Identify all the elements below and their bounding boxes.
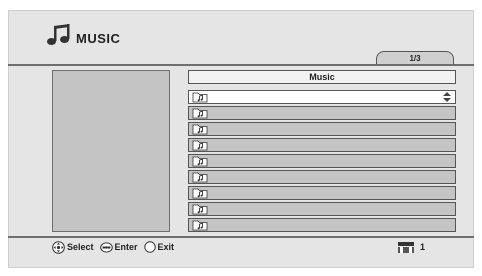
- music-file-icon: [192, 156, 208, 167]
- list-row[interactable]: [188, 90, 456, 104]
- music-file-icon: [192, 108, 208, 119]
- music-file-icon: [192, 140, 208, 151]
- music-file-icon: [192, 172, 208, 183]
- page-indicator: 1/3: [376, 51, 454, 65]
- exit-button-icon: [143, 241, 158, 253]
- disc-tray-icon: [398, 241, 414, 253]
- music-file-icon: [192, 204, 208, 215]
- list-row[interactable]: [188, 170, 456, 184]
- list-row[interactable]: [188, 186, 456, 200]
- button-guide: Select Enter Exit: [52, 240, 180, 254]
- music-file-icon: [192, 220, 208, 231]
- list-row[interactable]: [188, 202, 456, 216]
- list-row[interactable]: [188, 154, 456, 168]
- exit-label: Exit: [157, 242, 175, 252]
- page-title: MUSIC: [76, 31, 121, 46]
- enter-button-icon: [99, 241, 115, 253]
- scroll-up-down-icon[interactable]: [443, 92, 451, 102]
- disc-number: 1: [420, 242, 426, 252]
- list-row[interactable]: [188, 122, 456, 136]
- music-file-icon: [192, 124, 208, 135]
- disc-info: 1: [398, 240, 425, 254]
- list-row[interactable]: [188, 218, 456, 232]
- top-divider: [8, 64, 474, 66]
- select-label: Select: [67, 242, 94, 252]
- select-hint: Select: [52, 240, 94, 254]
- list-header: Music: [188, 70, 456, 84]
- list-row[interactable]: [188, 106, 456, 120]
- music-note-icon: [46, 23, 72, 46]
- music-file-icon: [192, 188, 208, 199]
- list-row[interactable]: [188, 138, 456, 152]
- page-header: MUSIC: [46, 23, 120, 46]
- exit-hint: Exit: [143, 241, 175, 253]
- bottom-divider: [8, 236, 474, 238]
- dpad-icon: [52, 240, 67, 254]
- file-list: [188, 90, 456, 234]
- enter-label: Enter: [114, 242, 138, 252]
- enter-hint: Enter: [99, 241, 138, 253]
- preview-pane: [52, 70, 170, 232]
- music-file-icon: [192, 92, 208, 103]
